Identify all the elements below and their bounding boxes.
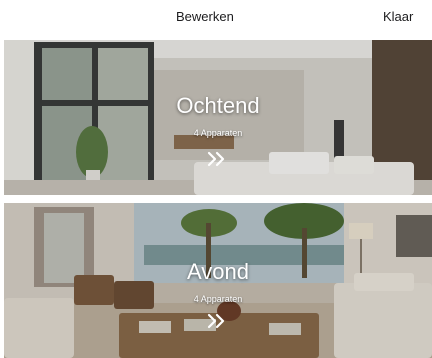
scenes-screen: Bewerken Klaar Ochtend 4 Apparaten Avond… — [0, 0, 432, 358]
scene-title: Ochtend — [176, 93, 260, 118]
scene-device-count: 4 Apparaten — [193, 128, 243, 138]
scene-title: Avond — [187, 259, 249, 284]
edit-button[interactable]: Bewerken — [176, 9, 234, 24]
scene-device-count: 4 Apparaten — [193, 294, 243, 304]
top-bar: Bewerken Klaar — [0, 0, 432, 34]
scene-card-morning[interactable]: Ochtend 4 Apparaten — [4, 40, 432, 195]
double-chevron-right-icon — [207, 151, 225, 167]
done-button[interactable]: Klaar — [383, 9, 413, 24]
scene-card-evening[interactable]: Avond 4 Apparaten — [4, 203, 432, 358]
double-chevron-right-icon — [207, 313, 225, 329]
